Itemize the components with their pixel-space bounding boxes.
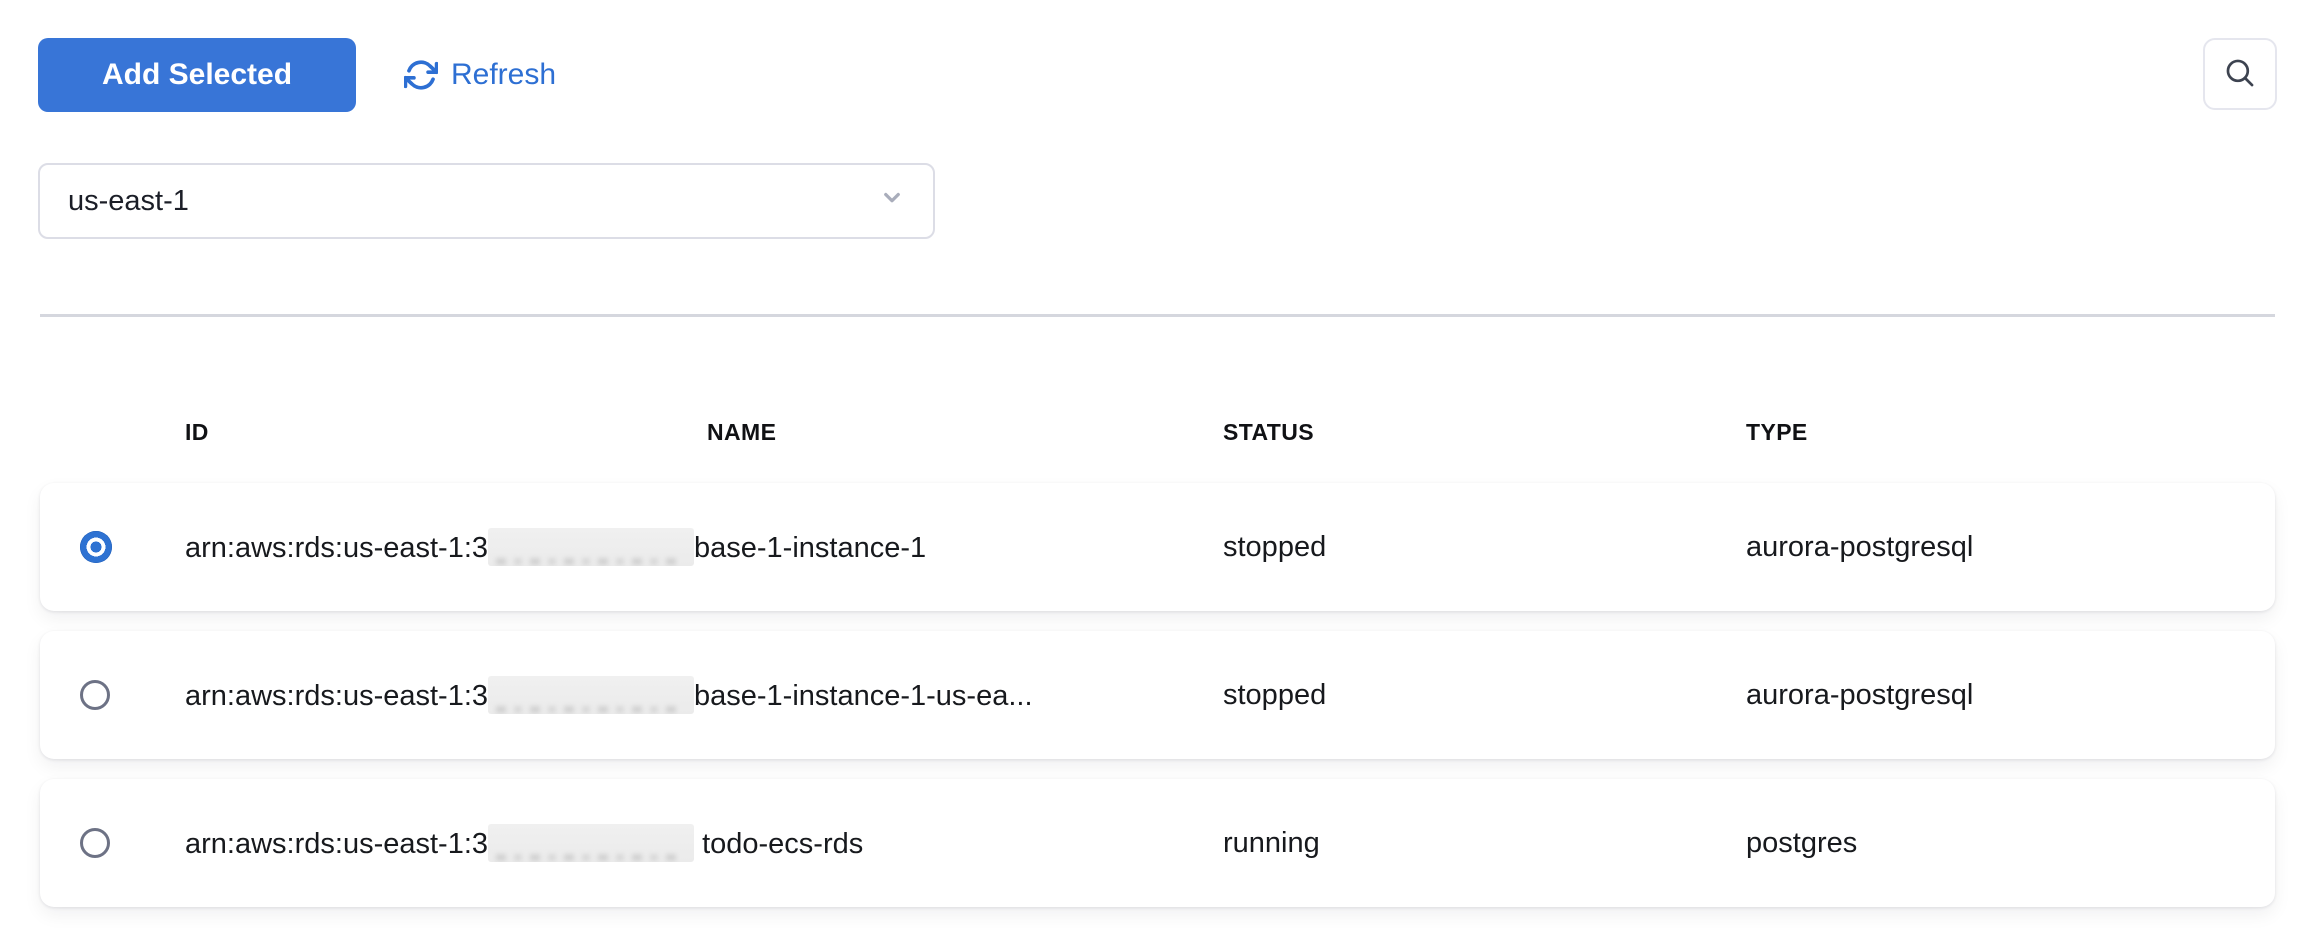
redacted-account-id — [488, 528, 694, 566]
instance-id-suffix: base-1-instance-1-us-ea... — [694, 680, 1033, 712]
instance-id-prefix: arn:aws:rds:us-east-1:3 — [185, 532, 488, 564]
row-radio-cell — [40, 531, 185, 563]
column-header-type: TYPE — [1746, 419, 2275, 446]
instance-type: aurora-postgresql — [1746, 531, 2275, 564]
chevron-down-icon — [877, 182, 907, 220]
row-radio-selected[interactable] — [80, 531, 112, 563]
instance-status: stopped — [1223, 679, 1746, 712]
instance-id: arn:aws:rds:us-east-1:3 base-1-instance-1 — [185, 528, 1223, 566]
instance-id-suffix: todo-ecs-rds — [694, 828, 863, 860]
search-button[interactable] — [2203, 38, 2277, 110]
column-header-name: NAME — [707, 419, 1223, 446]
instance-type: postgres — [1746, 827, 2275, 860]
table-row[interactable]: arn:aws:rds:us-east-1:3 base-1-instance-1… — [40, 483, 2275, 611]
region-dropdown-value: us-east-1 — [68, 185, 189, 218]
redacted-account-id — [488, 676, 694, 714]
instance-status: running — [1223, 827, 1746, 860]
redacted-account-id — [488, 824, 694, 862]
region-dropdown[interactable]: us-east-1 — [38, 163, 935, 239]
refresh-label: Refresh — [451, 58, 556, 92]
column-header-status: STATUS — [1223, 419, 1746, 446]
row-radio-cell — [40, 828, 185, 858]
add-selected-button[interactable]: Add Selected — [38, 38, 356, 112]
instance-status: stopped — [1223, 531, 1746, 564]
instance-id-suffix: base-1-instance-1 — [694, 532, 926, 564]
search-icon — [2223, 56, 2257, 93]
instance-type: aurora-postgresql — [1746, 679, 2275, 712]
section-divider — [40, 314, 2275, 317]
refresh-icon — [404, 58, 438, 92]
table-row[interactable]: arn:aws:rds:us-east-1:3 base-1-instance-1… — [40, 631, 2275, 759]
table-row[interactable]: arn:aws:rds:us-east-1:3 todo-ecs-rds run… — [40, 779, 2275, 907]
refresh-button[interactable]: Refresh — [404, 52, 556, 98]
instances-table: ID NAME STATUS TYPE arn:aws:rds:us-east-… — [40, 408, 2275, 907]
row-radio[interactable] — [80, 680, 110, 710]
instance-id: arn:aws:rds:us-east-1:3 base-1-instance-1… — [185, 676, 1223, 714]
row-radio[interactable] — [80, 828, 110, 858]
table-header-row: ID NAME STATUS TYPE — [40, 408, 2275, 456]
instance-id-prefix: arn:aws:rds:us-east-1:3 — [185, 680, 488, 712]
instance-id-prefix: arn:aws:rds:us-east-1:3 — [185, 828, 488, 860]
row-radio-cell — [40, 680, 185, 710]
instance-id: arn:aws:rds:us-east-1:3 todo-ecs-rds — [185, 824, 1223, 862]
column-header-id: ID — [185, 419, 707, 446]
